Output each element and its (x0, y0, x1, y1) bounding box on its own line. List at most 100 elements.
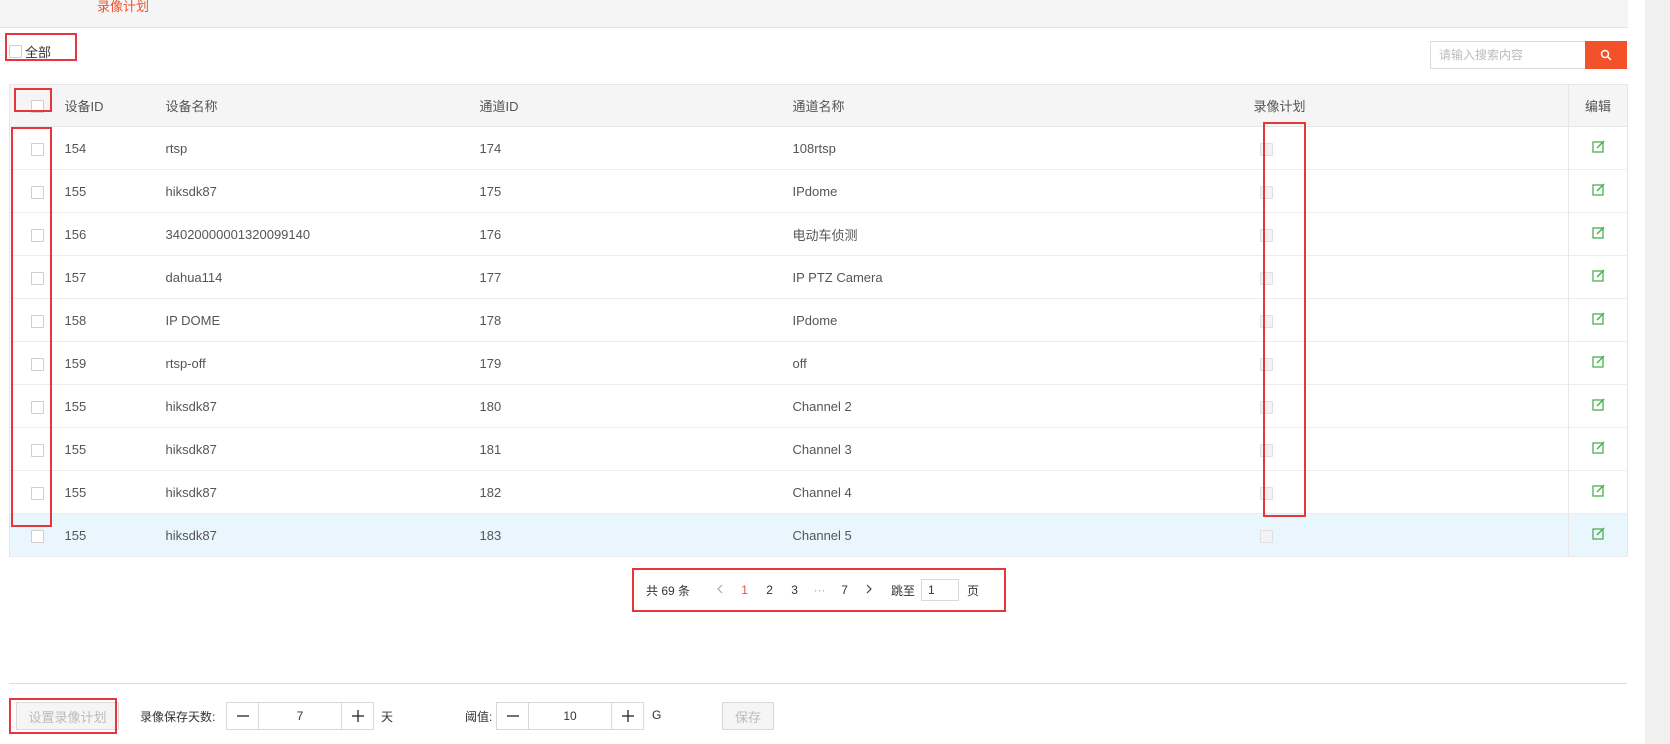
table-row[interactable]: 155 hiksdk87 180 Channel 2 (9, 384, 1628, 428)
table-row[interactable]: 156 34020000001320099140 176 电动车侦测 (9, 212, 1628, 256)
record-plan-checkbox[interactable] (1259, 142, 1273, 156)
row-select-checkbox[interactable] (30, 357, 44, 371)
cell-channel-name: IPdome (792, 183, 838, 199)
row-select-checkbox[interactable] (30, 529, 44, 543)
column-header-channel-name: 通道名称 (792, 84, 1254, 127)
cell-edit (1568, 255, 1628, 299)
top-bar: 录像计划 (0, 0, 1628, 28)
edit-icon[interactable] (1591, 269, 1605, 282)
days-increment-button[interactable] (341, 703, 373, 729)
header-select-all-checkbox[interactable] (30, 100, 44, 114)
row-select[interactable] (10, 514, 65, 557)
table-row[interactable]: 155 hiksdk87 175 IPdome (9, 169, 1628, 213)
cell-device-id: 157 (64, 269, 87, 285)
page-last[interactable]: 7 (832, 583, 857, 597)
prev-page-button[interactable] (708, 583, 732, 597)
row-select[interactable] (10, 299, 65, 342)
row-select-checkbox[interactable] (30, 271, 44, 285)
cell-device-id: 158 (64, 312, 87, 328)
row-select-checkbox[interactable] (30, 400, 44, 414)
edit-icon[interactable] (1591, 441, 1605, 454)
chevron-right-icon (866, 584, 872, 594)
row-select[interactable] (10, 471, 65, 514)
page-2[interactable]: 2 (757, 583, 782, 597)
chevron-left-icon (717, 584, 723, 594)
row-select-checkbox[interactable] (30, 228, 44, 242)
table-row[interactable]: 155 hiksdk87 181 Channel 3 (9, 427, 1628, 471)
retention-days-value[interactable]: 7 (259, 703, 341, 729)
edit-icon[interactable] (1591, 226, 1605, 239)
cell-edit (1568, 169, 1628, 213)
record-plan-checkbox[interactable] (1259, 529, 1273, 543)
table-row[interactable]: 159 rtsp-off 179 off (9, 341, 1628, 385)
threshold-decrement-button[interactable] (497, 703, 529, 729)
row-select-checkbox[interactable] (30, 185, 44, 199)
row-select[interactable] (10, 385, 65, 428)
record-plan-checkbox[interactable] (1259, 271, 1273, 285)
edit-icon[interactable] (1591, 183, 1605, 196)
edit-icon[interactable] (1591, 140, 1605, 153)
scrollbar-track[interactable] (1645, 0, 1670, 744)
jump-label: 跳至 (891, 583, 916, 598)
edit-icon[interactable] (1591, 312, 1605, 325)
cell-edit (1568, 513, 1628, 557)
edit-icon[interactable] (1591, 398, 1605, 411)
record-plan-checkbox[interactable] (1259, 357, 1273, 371)
threshold-stepper: 10 (496, 702, 644, 730)
cell-device-name: IP DOME (165, 312, 221, 328)
table-row[interactable]: 155 hiksdk87 182 Channel 4 (9, 470, 1628, 514)
cell-channel-name: 108rtsp (792, 140, 836, 156)
table-row[interactable]: 158 IP DOME 178 IPdome (9, 298, 1628, 342)
cell-record-plan (1254, 342, 1569, 385)
threshold-increment-button[interactable] (611, 703, 643, 729)
record-plan-checkbox[interactable] (1259, 314, 1273, 328)
search-button[interactable] (1585, 41, 1627, 69)
row-select[interactable] (10, 256, 65, 299)
threshold-value[interactable]: 10 (529, 703, 611, 729)
row-select[interactable] (10, 213, 65, 256)
row-select[interactable] (10, 127, 65, 170)
record-plan-checkbox[interactable] (1259, 185, 1273, 199)
select-all-filter[interactable]: 全部 (9, 42, 51, 61)
cell-record-plan (1254, 514, 1569, 557)
cell-device-name: hiksdk87 (165, 183, 217, 199)
table-row[interactable]: 154 rtsp 174 108rtsp (9, 126, 1628, 170)
edit-icon[interactable] (1591, 527, 1605, 540)
edit-icon[interactable] (1591, 355, 1605, 368)
row-select-checkbox[interactable] (30, 314, 44, 328)
search-input[interactable] (1430, 41, 1585, 69)
set-record-plan-button[interactable]: 设置录像计划 (16, 702, 119, 730)
row-select-checkbox[interactable] (30, 486, 44, 500)
header-select-all[interactable] (9, 84, 65, 127)
cell-device-id: 154 (64, 140, 87, 156)
row-select[interactable] (10, 342, 65, 385)
cell-record-plan (1254, 299, 1569, 342)
cell-channel-id: 176 (479, 226, 502, 242)
table-row[interactable]: 157 dahua114 177 IP PTZ Camera (9, 255, 1628, 299)
table-row[interactable]: 155 hiksdk87 183 Channel 5 (9, 513, 1628, 557)
save-button[interactable]: 保存 (722, 702, 774, 730)
row-select[interactable] (10, 170, 65, 213)
record-plan-checkbox[interactable] (1259, 400, 1273, 414)
record-plan-checkbox[interactable] (1259, 486, 1273, 500)
search-icon (1600, 49, 1612, 61)
page-1[interactable]: 1 (732, 583, 757, 597)
column-header-device-id: 设备ID (64, 84, 166, 127)
edit-icon[interactable] (1591, 484, 1605, 497)
row-select-checkbox[interactable] (30, 443, 44, 457)
threshold-label: 阈值: (465, 710, 493, 724)
cell-channel-name: 电动车侦测 (792, 227, 858, 243)
retention-days-label: 录像保存天数: (140, 710, 216, 724)
row-select[interactable] (10, 428, 65, 471)
row-select-checkbox[interactable] (30, 142, 44, 156)
page-ellipsis[interactable]: ··· (807, 583, 832, 597)
minus-icon (506, 715, 519, 717)
page-3[interactable]: 3 (782, 583, 807, 597)
jump-page-input[interactable] (921, 579, 960, 601)
tab-record-plan[interactable]: 录像计划 (97, 0, 149, 15)
select-all-filter-checkbox[interactable] (9, 45, 22, 58)
next-page-button[interactable] (857, 583, 881, 597)
record-plan-checkbox[interactable] (1259, 443, 1273, 457)
days-decrement-button[interactable] (227, 703, 259, 729)
record-plan-checkbox[interactable] (1259, 228, 1273, 242)
